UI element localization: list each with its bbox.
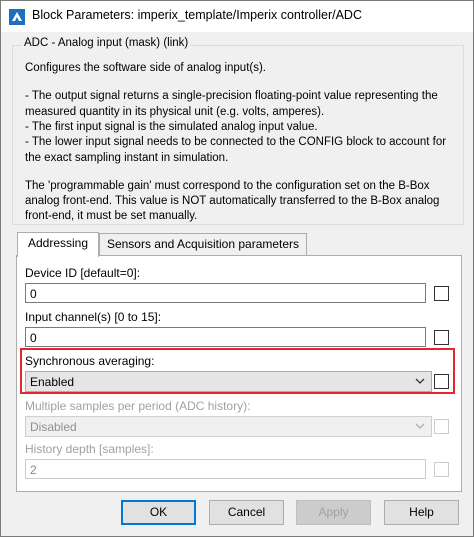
tab-strip: Addressing Sensors and Acquisition param… — [17, 232, 457, 257]
description-line: - The lower input signal needs to be con… — [25, 136, 447, 149]
history-depth-checkbox[interactable] — [434, 462, 449, 477]
input-channel-label: Input channel(s) [0 to 15]: — [25, 310, 162, 324]
description-line: analog front-end. This value is NOT auto… — [25, 195, 440, 208]
description-line: - The first input signal is the simulate… — [25, 120, 318, 133]
input-channel-checkbox[interactable] — [434, 330, 449, 345]
device-id-label: Device ID [default=0]: — [25, 266, 141, 280]
history-depth-label: History depth [samples]: — [25, 442, 154, 456]
samples-per-period-select[interactable]: Disabled — [25, 416, 432, 437]
samples-per-period-value: Disabled — [30, 420, 77, 434]
device-id-field[interactable]: 0 — [25, 283, 426, 303]
help-button[interactable]: Help — [384, 500, 459, 525]
window-title: Block Parameters: imperix_template/Imper… — [32, 8, 362, 22]
description-line: the exact sampling instant in simulation… — [25, 151, 229, 164]
tab-addressing-label: Addressing — [27, 236, 89, 250]
ok-button[interactable]: OK — [121, 500, 196, 525]
chevron-down-icon — [415, 423, 425, 429]
matlab-block-icon — [9, 9, 25, 25]
samples-per-period-label: Multiple samples per period (ADC history… — [25, 399, 251, 413]
description-line: front-end, it must be set manually. — [25, 210, 198, 223]
tab-sensors-acquisition[interactable]: Sensors and Acquisition parameters — [99, 233, 307, 256]
samples-per-period-checkbox[interactable] — [434, 419, 449, 434]
block-parameters-dialog: Block Parameters: imperix_template/Imper… — [0, 0, 474, 537]
device-id-checkbox[interactable] — [434, 286, 449, 301]
history-depth-field[interactable]: 2 — [25, 459, 426, 479]
cancel-button[interactable]: Cancel — [209, 500, 284, 525]
input-channel-field[interactable]: 0 — [25, 327, 426, 347]
description-line: - The output signal returns a single-pre… — [25, 90, 438, 103]
highlight-box — [20, 348, 455, 394]
title-bar: Block Parameters: imperix_template/Imper… — [1, 1, 473, 32]
description-line: The 'programmable gain' must correspond … — [25, 179, 430, 192]
description-line: measured quantity in its physical unit (… — [25, 105, 325, 118]
tab-sensors-label: Sensors and Acquisition parameters — [106, 237, 300, 251]
group-title: ADC - Analog input (mask) (link) — [22, 37, 191, 49]
description-line: Configures the software side of analog i… — [25, 62, 266, 74]
apply-button[interactable]: Apply — [296, 500, 371, 525]
tab-addressing[interactable]: Addressing — [17, 232, 99, 257]
